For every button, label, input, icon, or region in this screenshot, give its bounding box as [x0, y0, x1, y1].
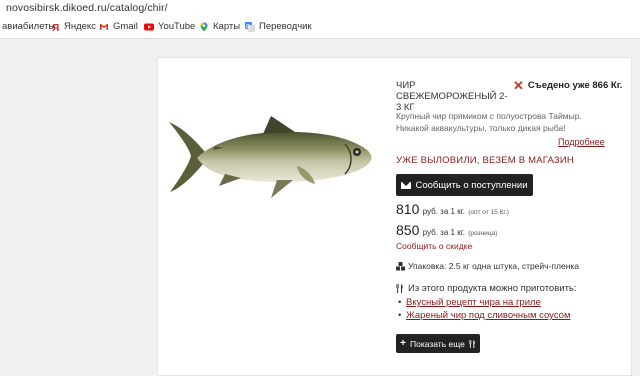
bookmark-label: Карты	[213, 21, 241, 32]
recipe-link-fried[interactable]: Жареный чир под сливочным соусом	[406, 310, 571, 321]
packaging-text: Упаковка: 2.5 кг одна штука, стрейч-плен…	[408, 261, 580, 271]
bookmark-maps[interactable]: Карты	[199, 21, 240, 32]
notify-button[interactable]: Сообщить о поступлении	[396, 174, 533, 196]
bookmark-youtube[interactable]: YouTube	[144, 21, 195, 32]
bookmark-label: авиабилеты	[2, 21, 56, 32]
cook-heading: Из этого продукта можно приготовить:	[396, 283, 577, 294]
price-wholesale-value: 810	[396, 201, 420, 217]
product-description: Крупный чир прямиком с полуострова Таймы…	[396, 111, 582, 133]
show-more-button[interactable]: + Показать еще	[396, 334, 480, 353]
price-wholesale: 810 руб. за 1 кг. (опт от 15 Кг.)	[396, 201, 509, 217]
discount-link[interactable]: Сообщить о скидке	[396, 241, 472, 251]
eaten-counter: ✕ Съедено уже 866 Кг.	[513, 77, 623, 93]
product-image-fish	[169, 116, 372, 198]
bookmarks-bar: авиабилеты Я Яндекс Gmail YouTube Карты …	[0, 16, 640, 39]
maps-icon	[199, 22, 209, 32]
product-title: ЧИР СВЕЖЕМОРОЖЕНЫЙ 2-3 КГ	[396, 80, 508, 113]
packaging-info: Упаковка: 2.5 кг одна штука, стрейч-плен…	[396, 261, 579, 271]
price-wholesale-note: (опт от 15 Кг.)	[468, 209, 509, 216]
price-wholesale-unit: руб. за 1 кг.	[422, 207, 465, 216]
price-retail-note: (розница)	[468, 230, 498, 237]
gmail-icon	[99, 22, 109, 32]
price-retail-value: 850	[396, 222, 420, 238]
bookmark-label: Переводчик	[259, 21, 312, 32]
recipe-item: • Вкусный рецепт чира на гриле	[398, 297, 541, 308]
bookmark-label: Яндекс	[64, 21, 96, 32]
bookmark-label: YouTube	[158, 21, 196, 32]
translate-icon: G	[245, 21, 255, 32]
recipe-link-grill[interactable]: Вкусный рецепт чира на гриле	[406, 297, 541, 308]
bookmark-gmail[interactable]: Gmail	[99, 21, 138, 32]
recipe-list: • Вкусный рецепт чира на гриле • Жареный ч…	[398, 296, 571, 322]
svg-text:Я: Я	[52, 23, 59, 32]
product-card	[157, 57, 632, 376]
yandex-icon: Я	[50, 22, 60, 34]
price-retail: 850 руб. за 1 кг. (розница)	[396, 222, 497, 238]
bookmark-label: Gmail	[113, 21, 138, 32]
eaten-label: Съедено уже 866 Кг.	[527, 80, 623, 91]
cutlery-icon	[469, 339, 476, 348]
recipe-item: • Жареный чир под сливочным соусом	[398, 310, 571, 321]
envelope-icon	[401, 181, 412, 189]
cook-heading-text: Из этого продукта можно приготовить:	[408, 283, 577, 294]
cutlery-icon	[396, 284, 404, 293]
svg-text:G: G	[246, 24, 250, 30]
notify-button-label: Сообщить о поступлении	[415, 179, 528, 191]
youtube-icon	[144, 22, 154, 32]
plus-icon: +	[400, 338, 406, 349]
availability-status: УЖЕ ВЫЛОВИЛИ, ВЕЗЕМ В МАГАЗИН	[396, 155, 574, 166]
show-more-label: Показать еще	[409, 338, 465, 349]
bookmark-yandex[interactable]: Я Яндекс	[50, 21, 96, 34]
boxes-icon	[396, 261, 405, 271]
bookmark-translate[interactable]: G Переводчик	[245, 21, 312, 32]
bookmark-aviabilety[interactable]: авиабилеты	[2, 21, 55, 32]
more-link[interactable]: Подробнее	[558, 137, 605, 147]
close-x-icon: ✕	[513, 77, 524, 93]
url-text[interactable]: novosibirsk.dikoed.ru/catalog/chir/	[6, 2, 168, 14]
address-bar[interactable]: novosibirsk.dikoed.ru/catalog/chir/	[0, 0, 640, 16]
price-retail-unit: руб. за 1 кг.	[422, 228, 465, 237]
